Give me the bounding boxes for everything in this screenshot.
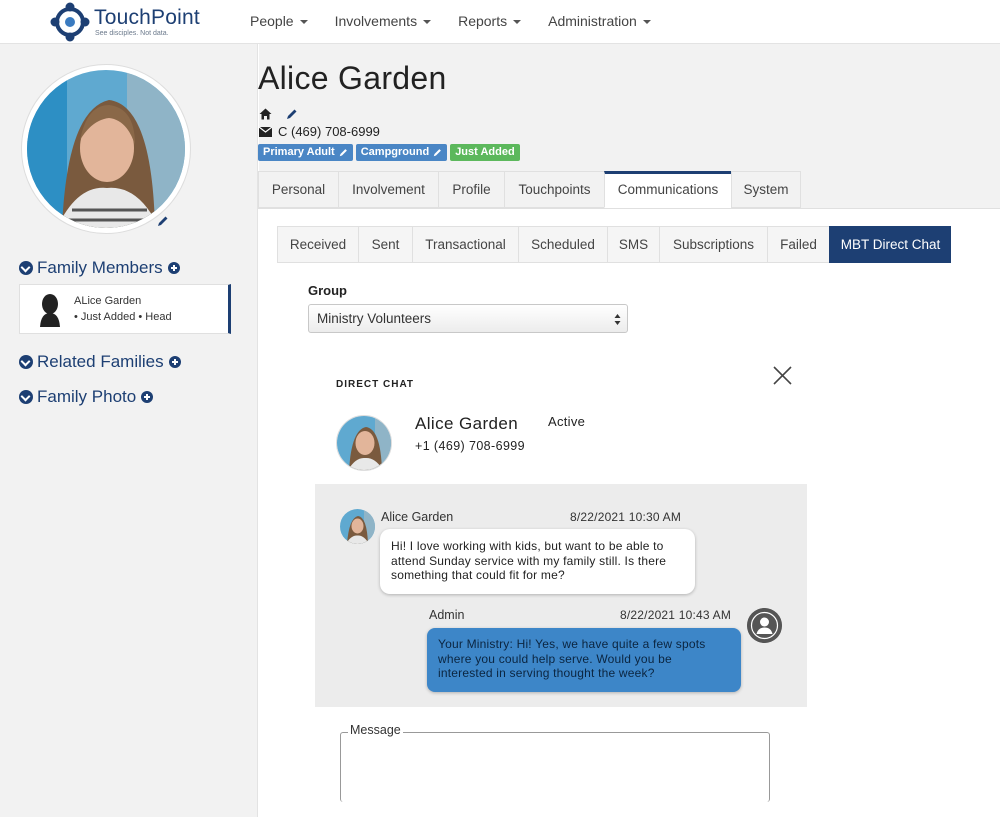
caret-down-icon — [423, 20, 432, 25]
badge-label: Campground — [360, 146, 430, 158]
tab-profile[interactable]: Profile — [438, 171, 504, 208]
badge-label: Just Added — [455, 146, 515, 158]
nav-reports-dropdown[interactable]: Reports — [458, 0, 522, 44]
nav-reports-label: Reports — [458, 13, 508, 29]
tab-system[interactable]: System — [731, 171, 801, 208]
tab-touchpoints[interactable]: Touchpoints — [504, 171, 604, 208]
status-badges: Primary Adult Campground Just Added — [258, 144, 523, 161]
family-photo-label: Family Photo — [37, 387, 137, 406]
main-tabs: Personal Involvement Profile Touchpoints… — [258, 171, 801, 208]
profile-sidebar: Family Members ALice Garden • Just Added… — [0, 44, 258, 817]
message-sender: Alice Garden — [381, 510, 454, 524]
app-tagline: See disciples. Not data. — [95, 30, 169, 37]
contact-name: Alice Garden — [415, 414, 519, 433]
envelope-icon[interactable] — [259, 127, 272, 137]
edit-photo-pencil-icon[interactable] — [157, 215, 169, 227]
family-members-label: Family Members — [37, 258, 163, 277]
home-icon[interactable] — [259, 108, 272, 120]
touchpoint-logo[interactable]: TouchPoint See disciples. Not data. — [50, 2, 220, 42]
family-member-details: • Just Added • Head — [74, 311, 172, 323]
message-timestamp: 8/22/2021 10:43 AM — [620, 608, 732, 622]
tab-personal[interactable]: Personal — [258, 171, 338, 208]
top-navbar: TouchPoint See disciples. Not data. Peop… — [0, 0, 1000, 44]
related-families-label: Related Families — [37, 352, 164, 371]
group-label: Group — [308, 283, 347, 298]
communications-subtabs: Received Sent Transactional Scheduled SM… — [277, 226, 951, 263]
pencil-icon — [339, 149, 347, 157]
person-name: Alice Garden — [258, 60, 447, 96]
subtab-subscriptions[interactable]: Subscriptions — [659, 226, 767, 263]
message-label: Message — [348, 723, 403, 737]
group-selected-value: Ministry Volunteers — [317, 311, 432, 326]
main-menu: People Involvements Reports Administrati… — [250, 0, 678, 44]
app-name: TouchPoint — [94, 6, 200, 29]
badge-label: Primary Adult — [263, 146, 335, 158]
nav-administration-dropdown[interactable]: Administration — [548, 0, 651, 44]
family-photo-heading[interactable]: Family Photo — [19, 387, 154, 407]
add-family-member-icon[interactable] — [167, 262, 180, 274]
message-sender: Admin — [429, 608, 465, 622]
contact-status: Active — [548, 414, 586, 429]
tab-involvement[interactable]: Involvement — [338, 171, 438, 208]
profile-photo[interactable] — [21, 64, 191, 234]
message-input[interactable] — [340, 732, 770, 802]
nav-people-label: People — [250, 13, 294, 29]
tab-communications[interactable]: Communications — [604, 171, 731, 208]
chevron-down-circle-icon — [19, 355, 33, 369]
caret-down-icon — [642, 20, 651, 25]
nav-administration-label: Administration — [548, 13, 637, 29]
caret-down-icon — [299, 20, 308, 25]
nav-people-dropdown[interactable]: People — [250, 0, 308, 44]
incoming-message-bubble: Hi! I love working with kids, but want t… — [380, 529, 695, 594]
family-member-card[interactable]: ALice Garden • Just Added • Head — [19, 284, 231, 334]
direct-chat-title: DIRECT CHAT — [336, 379, 415, 390]
caret-down-icon — [513, 20, 522, 25]
close-icon[interactable] — [773, 366, 792, 385]
sender-avatar — [340, 509, 375, 544]
outgoing-message-bubble: Your Ministry: Hi! Yes, we have quite a … — [427, 628, 741, 692]
edit-address-pencil-icon[interactable] — [286, 108, 298, 120]
subtab-scheduled[interactable]: Scheduled — [518, 226, 607, 263]
admin-user-icon — [747, 608, 782, 643]
phone-number: C (469) 708-6999 — [278, 124, 380, 139]
subtab-transactional[interactable]: Transactional — [412, 226, 518, 263]
group-select[interactable]: Ministry Volunteers — [308, 304, 628, 333]
select-arrows-icon — [614, 314, 621, 325]
nav-involvements-dropdown[interactable]: Involvements — [334, 0, 432, 44]
pencil-icon — [433, 149, 442, 157]
chevron-down-circle-icon — [19, 390, 33, 404]
subtab-failed[interactable]: Failed — [767, 226, 829, 263]
related-families-heading[interactable]: Related Families — [19, 352, 181, 372]
subtab-sms[interactable]: SMS — [607, 226, 659, 263]
family-members-heading[interactable]: Family Members — [19, 258, 180, 278]
badge-primary-adult[interactable]: Primary Adult — [258, 144, 353, 161]
badge-campground[interactable]: Campground — [355, 144, 448, 161]
add-related-family-icon[interactable] — [168, 356, 181, 368]
message-timestamp: 8/22/2021 10:30 AM — [570, 510, 682, 524]
badge-just-added[interactable]: Just Added — [450, 144, 520, 161]
chevron-down-circle-icon — [19, 261, 33, 275]
subtab-received[interactable]: Received — [277, 226, 358, 263]
person-silhouette-icon — [40, 294, 60, 327]
subtab-sent[interactable]: Sent — [358, 226, 412, 263]
contact-avatar — [336, 415, 392, 471]
nav-involvements-label: Involvements — [334, 13, 418, 29]
contact-phone: +1 (469) 708-6999 — [415, 439, 526, 453]
family-member-name[interactable]: ALice Garden — [74, 295, 141, 307]
profile-photo-image — [27, 70, 185, 228]
subtab-mbt-direct-chat[interactable]: MBT Direct Chat — [829, 226, 951, 263]
logo-mark-icon — [50, 2, 90, 42]
add-family-photo-icon[interactable] — [141, 391, 154, 403]
